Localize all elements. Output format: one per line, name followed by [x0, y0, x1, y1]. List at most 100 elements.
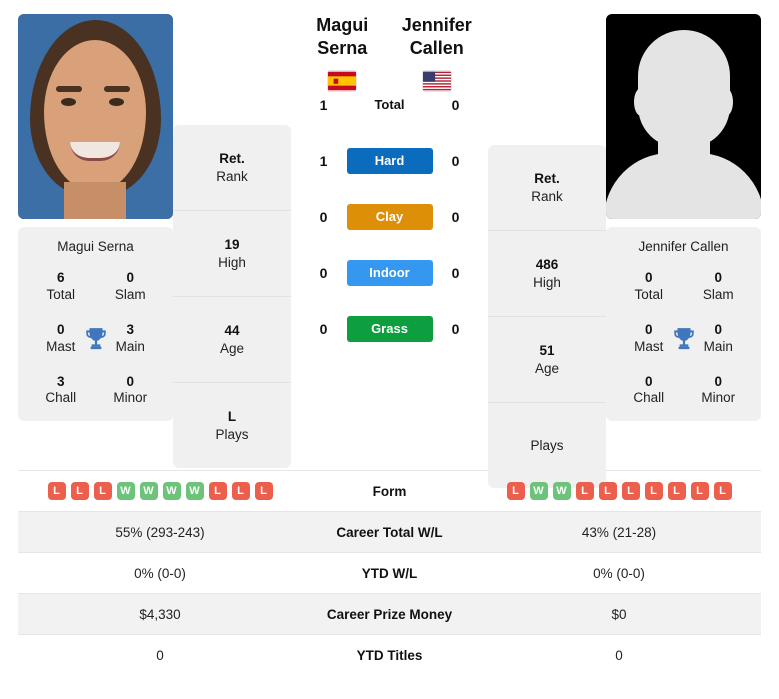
- form-badge: L: [690, 482, 709, 500]
- left-titles-total-label: Total: [46, 286, 76, 302]
- right-titles-card: Jennifer Callen 0 Total 0 Slam 0 Mast 0 …: [606, 227, 761, 422]
- right-info-plays-label: Plays: [530, 437, 564, 453]
- form-badge: L: [621, 482, 640, 500]
- left-player-photo[interactable]: [18, 14, 173, 219]
- left-info-plays-label: Plays: [215, 426, 249, 442]
- form-left-cell: L L L W W W W L L L: [18, 470, 302, 512]
- right-player-name-line2[interactable]: Callen: [390, 37, 485, 60]
- silhouette-body: [606, 153, 761, 219]
- right-player-column: Jennifer Callen 0 Total 0 Slam 0 Mast 0 …: [606, 14, 761, 422]
- left-info-age: 44 Age: [173, 297, 291, 383]
- right-titles-chall-value: 0: [644, 373, 653, 389]
- stat-label-ytd-wl: YTD W/L: [302, 552, 477, 594]
- left-titles-card-name: Magui Serna: [57, 239, 134, 254]
- left-titles-slam: 0 Slam: [96, 270, 166, 304]
- form-badge: L: [231, 482, 250, 500]
- table-row-ytd-wl: 0% (0-0) YTD W/L 0% (0-0): [18, 552, 761, 594]
- form-badge: W: [185, 482, 204, 500]
- head-to-head-center-column: Magui Serna Jennifer Callen 1 Total 0 1 …: [291, 14, 488, 357]
- left-titles-minor: 0 Minor: [96, 374, 166, 408]
- ytd-wl-left: 0% (0-0): [18, 552, 302, 594]
- form-badge: L: [47, 482, 66, 500]
- form-badge: W: [162, 482, 181, 500]
- right-info-age-value: 51: [539, 342, 555, 358]
- form-badge: L: [93, 482, 112, 500]
- surface-indoor-badge[interactable]: Indoor: [346, 259, 433, 286]
- right-titles-slam-label: Slam: [702, 286, 734, 302]
- trophy-icon: [673, 327, 694, 349]
- table-row-ytd-titles: 0 YTD Titles 0: [18, 634, 761, 676]
- left-titles-slam-value: 0: [126, 270, 134, 285]
- surface-clay-badge[interactable]: Clay: [346, 203, 433, 230]
- surface-head-to-head-list: 1 Total 0 1 Hard 0 0 Clay 0 0 Indoor 0 0: [295, 77, 484, 357]
- left-player-name[interactable]: Magui Serna: [295, 14, 390, 61]
- surface-hard-left-score: 1: [319, 152, 328, 169]
- left-form-badges: L L L W W W W L L L: [18, 482, 302, 500]
- right-info-card: Ret. Rank 486 High 51 Age Plays: [488, 145, 606, 488]
- right-info-rank: Ret. Rank: [488, 145, 606, 231]
- right-info-high: 486 High: [488, 231, 606, 317]
- career-prize-money-left: $4,330: [18, 593, 302, 635]
- ytd-titles-right: 0: [477, 634, 761, 676]
- form-badge: L: [575, 482, 594, 500]
- left-titles-total-value: 6: [56, 270, 65, 285]
- surface-total-left-score: 1: [319, 96, 328, 113]
- silhouette-head: [637, 30, 730, 148]
- portrait-neck: [64, 182, 126, 219]
- surface-row-clay: 0 Clay 0: [295, 189, 484, 245]
- right-info-plays: Plays: [488, 403, 606, 488]
- form-badge: L: [208, 482, 227, 500]
- form-badge: L: [644, 482, 663, 500]
- left-titles-total: 6 Total: [26, 270, 96, 304]
- right-titles-total-label: Total: [634, 286, 664, 302]
- surface-clay-right-score: 0: [451, 208, 460, 225]
- left-info-high-label: High: [218, 254, 246, 270]
- right-info-age: 51 Age: [488, 317, 606, 403]
- stat-label-career-total-wl: Career Total W/L: [302, 511, 477, 553]
- surface-grass-badge[interactable]: Grass: [346, 315, 433, 342]
- portrait-eye-left: [61, 98, 76, 106]
- right-info-age-label: Age: [534, 360, 560, 376]
- left-info-column: Ret. Rank 19 High 44 Age L Plays: [173, 125, 291, 468]
- right-form-badges: L W W L L L L L L L: [477, 482, 761, 500]
- left-titles-chall-label: Chall: [45, 390, 77, 406]
- comparison-stats-table: L L L W W W W L L L Form L W W L L L L L…: [18, 470, 761, 676]
- right-titles-minor-value: 0: [714, 373, 722, 389]
- left-info-rank: Ret. Rank: [173, 125, 291, 211]
- left-titles-chall-value: 3: [56, 373, 65, 389]
- surface-clay-left-score: 0: [319, 208, 328, 225]
- surface-grass-left-score: 0: [319, 320, 328, 337]
- right-titles-total-value: 0: [644, 270, 653, 285]
- form-badge: L: [254, 482, 273, 500]
- right-player-photo-placeholder[interactable]: [606, 14, 761, 219]
- left-info-high-value: 19: [224, 236, 240, 252]
- surface-row-grass: 0 Grass 0: [295, 301, 484, 357]
- surface-hard-badge[interactable]: Hard: [346, 147, 433, 174]
- right-titles-slam-value: 0: [714, 270, 722, 285]
- form-badge: W: [529, 482, 548, 500]
- left-info-age-label: Age: [219, 340, 245, 356]
- form-badge: L: [713, 482, 732, 500]
- left-titles-slam-label: Slam: [114, 286, 146, 302]
- right-titles-minor-label: Minor: [701, 390, 736, 406]
- career-prize-money-right: $0: [477, 593, 761, 635]
- portrait-brow-left: [56, 86, 82, 92]
- left-info-card: Ret. Rank 19 High 44 Age L Plays: [173, 125, 291, 468]
- form-badge: W: [139, 482, 158, 500]
- form-badge: L: [70, 482, 89, 500]
- left-info-rank-value: Ret.: [219, 150, 245, 166]
- surface-grass-right-score: 0: [451, 320, 460, 337]
- right-info-high-value: 486: [535, 256, 559, 272]
- table-row-career-prize-money: $4,330 Career Prize Money $0: [18, 593, 761, 635]
- left-titles-card: Magui Serna 6 Total 0 Slam 0 Mast 3 Main: [18, 227, 173, 422]
- form-badge: W: [116, 482, 135, 500]
- left-titles-chall: 3 Chall: [26, 374, 96, 408]
- trophy-icon: [85, 327, 106, 349]
- stat-label-ytd-titles: YTD Titles: [302, 634, 477, 676]
- surface-row-indoor: 0 Indoor 0: [295, 245, 484, 301]
- left-titles-minor-label: Minor: [113, 390, 148, 406]
- surface-indoor-left-score: 0: [319, 264, 328, 281]
- right-player-name-line1[interactable]: Jennifer: [390, 14, 485, 37]
- right-titles-slam: 0 Slam: [684, 270, 754, 304]
- left-titles-grid: 6 Total 0 Slam 0 Mast 3 Main 3 Chall 0 M…: [26, 270, 165, 407]
